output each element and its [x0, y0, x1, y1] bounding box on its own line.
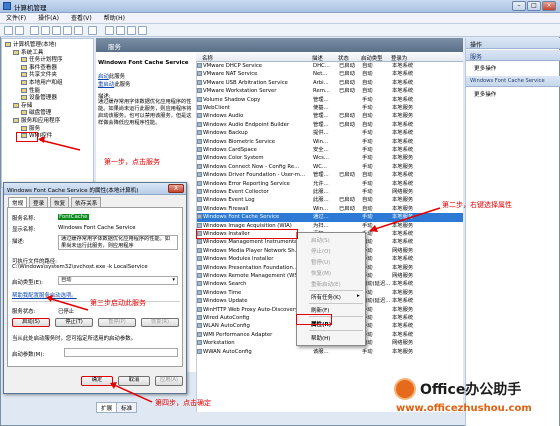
annotation-arrows [38, 136, 441, 403]
logo-title: Office办公助手 [420, 382, 522, 398]
annotation-step3: 第三步启动此服务 [90, 299, 146, 307]
arrow-step4 [111, 383, 153, 403]
annotation-step1: 第一步，点击服务 [104, 158, 160, 166]
office-zhushou-logo: Office办公助手 www.officezhushou.com [390, 376, 550, 420]
logo-url: www.officezhushou.com [396, 403, 532, 414]
logo-badge-icon [394, 378, 416, 400]
arrowhead-step3 [46, 295, 53, 302]
annotation-step2: 第二步，右键选择属性 [442, 201, 512, 209]
arrow-step3 [47, 297, 89, 311]
arrowhead-step1 [38, 136, 45, 143]
annotation-step4: 第四步，点击确定 [155, 399, 211, 407]
arrow-step2 [371, 207, 441, 231]
arrow-step1 [39, 139, 81, 151]
